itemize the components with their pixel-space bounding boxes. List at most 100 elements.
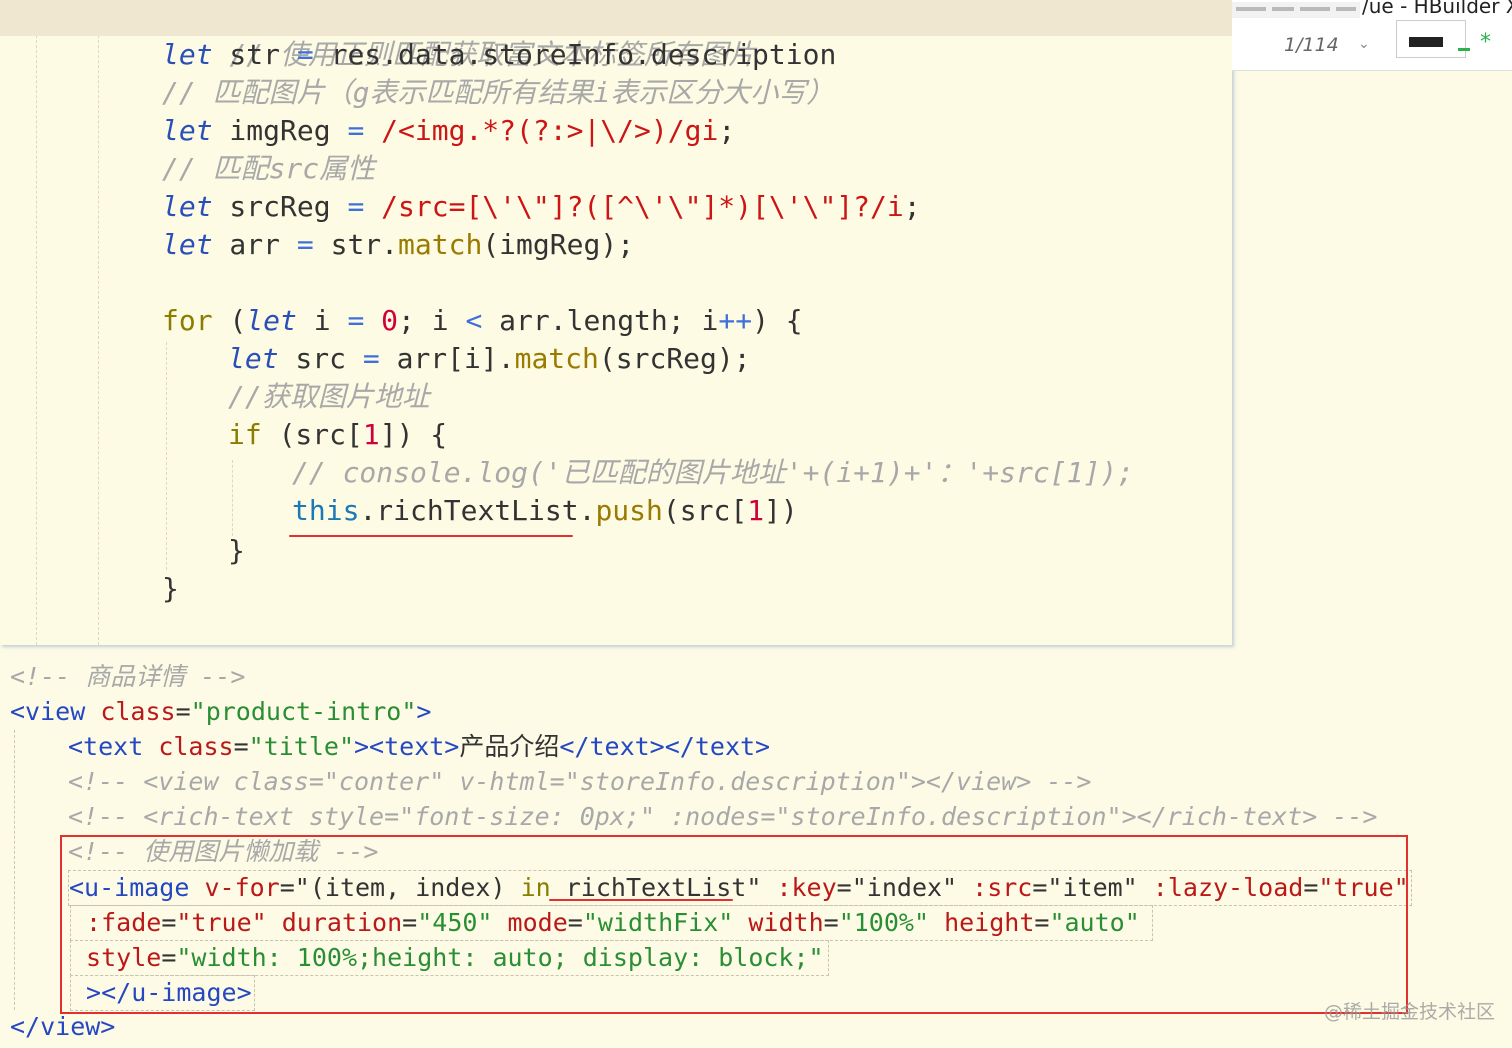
code-line[interactable]: // 匹配图片（g表示匹配所有结果i表示区分大小写） xyxy=(162,74,834,112)
watermark: @稀土掘金技术社区 xyxy=(1324,1001,1496,1023)
closing-tag: </view> xyxy=(10,1012,116,1041)
code-line[interactable]: <!-- <view class="conter" v-html="storeI… xyxy=(68,765,1092,799)
method-name: match xyxy=(514,342,599,375)
keyword-for: for xyxy=(162,304,213,337)
code-line[interactable]: } xyxy=(228,532,245,570)
attribute-value: "product-intro" xyxy=(190,697,417,726)
keyword-let: let xyxy=(162,38,213,71)
operator: < xyxy=(465,304,483,337)
text-content: 产品介绍 xyxy=(459,732,560,761)
title-bar: /ue - HBuilder X 1/114 ⌄ * xyxy=(1232,0,1512,71)
method-name: push xyxy=(595,494,663,527)
code-comment: //获取图片地址 xyxy=(228,380,430,413)
number-literal: 1 xyxy=(747,494,765,527)
code-line[interactable]: if (src[1]) { xyxy=(228,416,447,454)
tag-bracket: > xyxy=(416,697,432,726)
punctuation: ]) xyxy=(764,494,798,527)
indent-guide xyxy=(166,342,167,570)
window-title: /ue - HBuilder X xyxy=(1362,0,1512,18)
operator: ++ xyxy=(718,304,753,337)
identifier: src xyxy=(278,342,363,375)
operator: = xyxy=(296,228,314,261)
keyword-if: if xyxy=(228,418,262,451)
operator: = xyxy=(362,342,380,375)
expression: ; i xyxy=(398,304,466,337)
number-literal: 1 xyxy=(362,418,380,451)
closing-brace: } xyxy=(228,534,245,567)
tag-name: ><text> xyxy=(354,732,460,761)
attribute-value: "title" xyxy=(248,732,354,761)
code-line[interactable]: //获取图片地址 xyxy=(228,378,430,416)
expression: (srcReg); xyxy=(598,342,751,375)
indent-guide xyxy=(232,460,233,536)
code-line[interactable]: <text class="title"><text>产品介绍</text></t… xyxy=(68,730,770,764)
regex-literal: /<img.*?(?:>|\/>)/gi xyxy=(364,114,719,147)
code-line[interactable]: for (let i = 0; i < arr.length; i++) { xyxy=(162,302,803,340)
operator: = xyxy=(347,190,365,223)
expression: arr.length; i xyxy=(482,304,719,337)
modified-indicator xyxy=(1458,48,1470,51)
code-preview-panel[interactable]: // 使用正则匹配获取富文本标签所有图片 let str = res.data.… xyxy=(0,0,1232,645)
punctuation: ]) { xyxy=(379,418,448,451)
indent-guide xyxy=(36,0,37,645)
keyword-let: let xyxy=(228,342,279,375)
expression: str. xyxy=(313,228,399,261)
expression: arr[i]. xyxy=(379,342,515,375)
code-line[interactable]: let src = arr[i].match(srcReg); xyxy=(228,340,751,378)
equals: = xyxy=(175,697,191,726)
annotation-highlight-box xyxy=(60,835,1408,1014)
operator: = xyxy=(347,114,365,147)
code-line[interactable]: this.richTextList.push(src[1]) xyxy=(292,492,798,530)
code-line[interactable]: <!-- <rich-text style="font-size: 0px;" … xyxy=(68,800,1377,834)
code-line[interactable]: // console.log('已匹配的图片地址'+(i+1)+'：'+src[… xyxy=(292,454,1134,492)
html-comment: <!-- 商品详情 --> xyxy=(10,662,246,691)
tag-name: <view xyxy=(10,697,86,726)
tag-name: </text></text> xyxy=(559,732,771,761)
punctuation: ( xyxy=(212,304,247,337)
keyword-let: let xyxy=(162,190,213,223)
indent-guide xyxy=(14,730,15,1010)
punctuation: ; xyxy=(903,190,921,223)
annotation-underline xyxy=(289,535,573,537)
indent-guide xyxy=(98,0,99,645)
code-line[interactable]: } xyxy=(162,570,179,608)
code-line[interactable]: let srcReg = /src=[\'\"]?([^\'\"]*)[\'\"… xyxy=(162,188,921,226)
tag-name: <text xyxy=(68,732,144,761)
closing-brace: } xyxy=(162,572,179,605)
identifier: srcReg xyxy=(212,190,348,223)
code-line[interactable]: let imgReg = /<img.*?(?:>|\/>)/gi; xyxy=(162,112,735,150)
code-comment: // console.log('已匹配的图片地址'+(i+1)+'：'+src[… xyxy=(292,456,1135,489)
code-line[interactable]: // 匹配src属性 xyxy=(162,150,375,188)
punctuation: ; xyxy=(718,114,736,147)
attribute-name: class xyxy=(143,732,234,761)
code-comment: // 匹配图片（g表示匹配所有结果i表示区分大小写） xyxy=(162,76,835,109)
code-comment: // 匹配src属性 xyxy=(162,152,376,185)
operator: = xyxy=(296,38,314,71)
method-name: match xyxy=(398,228,483,261)
identifier: imgReg xyxy=(212,114,348,147)
code-line[interactable]: // 使用正则匹配获取富文本标签所有图片 xyxy=(0,0,1232,71)
code-line[interactable]: </view> xyxy=(10,1010,115,1044)
keyword-let: let xyxy=(246,304,297,337)
code-line[interactable]: <!-- 商品详情 --> xyxy=(10,660,245,694)
keyword-let: let xyxy=(162,114,213,147)
expression: (imgReg); xyxy=(482,228,635,261)
keyword-this: this xyxy=(292,494,360,527)
minimap-thumbnail[interactable] xyxy=(1396,20,1466,58)
tab-thumbnail-strip[interactable] xyxy=(1232,2,1360,18)
expression: (src[ xyxy=(662,494,748,527)
asterisk-icon: * xyxy=(1480,30,1491,55)
chevron-down-icon[interactable]: ⌄ xyxy=(1358,36,1370,52)
attribute-name: class xyxy=(85,697,176,726)
regex-literal: /src=[\'\"]?([^\'\"]*)[\'\"]?/i xyxy=(364,190,904,223)
code-line[interactable]: let arr = str.match(imgReg); xyxy=(162,226,634,264)
expression: .richTextList. xyxy=(359,494,596,527)
code-line[interactable]: <view class="product-intro"> xyxy=(10,695,431,729)
code-line[interactable]: let str = res.data.storeInfo.description xyxy=(162,36,836,74)
identifier: i xyxy=(296,304,348,337)
equals: = xyxy=(233,732,249,761)
page-indicator: 1/114 xyxy=(1284,34,1339,56)
html-comment: <!-- <view class="conter" v-html="storeI… xyxy=(68,767,1092,796)
expression: (src[ xyxy=(261,418,363,451)
keyword-let: let xyxy=(162,228,213,261)
